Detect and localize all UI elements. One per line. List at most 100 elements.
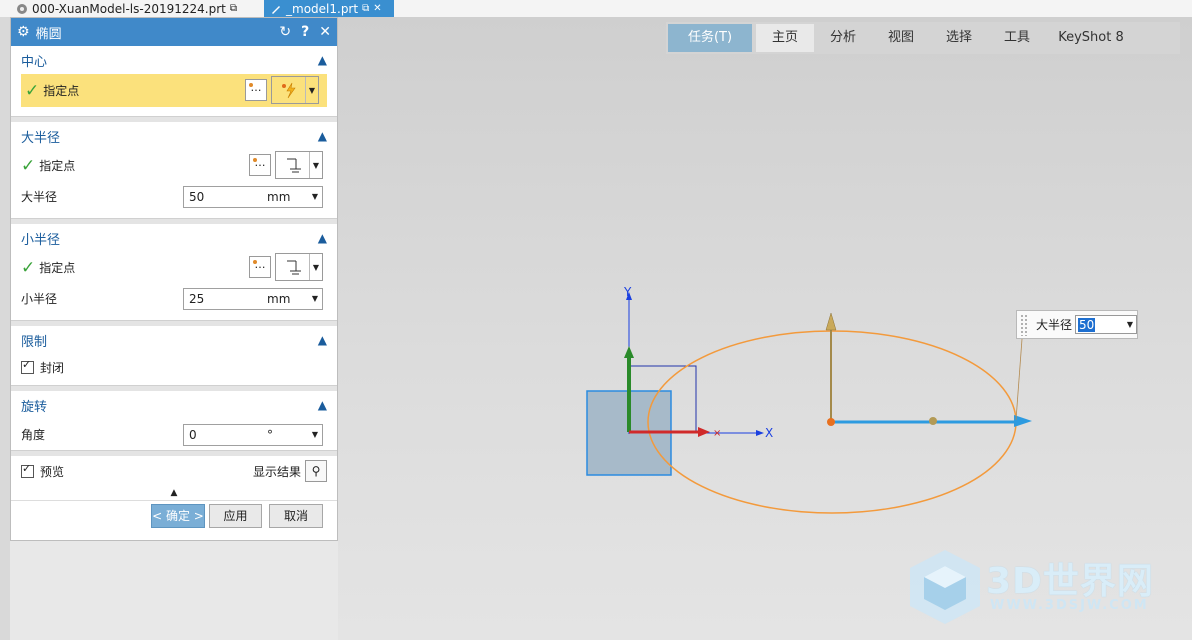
file-tab-xuanmodel[interactable]: 000-XuanModel-ls-20191224.prt ⧉ xyxy=(10,0,260,17)
check-icon: ✓ xyxy=(21,257,36,278)
section-header[interactable]: 小半径 ▲ xyxy=(11,224,337,252)
dialog-button-row: < 确定 > 应用 取消 xyxy=(11,504,337,534)
ok-button[interactable]: < 确定 > xyxy=(151,504,205,528)
chevron-down-icon[interactable]: ▼ xyxy=(308,294,322,303)
collapse-arrow-icon[interactable]: ▲ xyxy=(11,486,337,501)
watermark: 3D世界网 WWW.3DSJW.COM xyxy=(908,548,1178,628)
section-title: 小半径 xyxy=(21,232,61,248)
tab-tools[interactable]: 工具 xyxy=(988,24,1046,52)
point-dialog-button[interactable]: … xyxy=(249,154,271,176)
section-center: 中心 ▲ ✓ 指定点 … ▼ xyxy=(11,46,337,116)
field-unit: mm xyxy=(267,291,291,306)
watermark-url: WWW.3DSJW.COM xyxy=(990,598,1149,613)
preview-row: 预览 显示结果 ⚲ xyxy=(11,456,337,486)
section-header[interactable]: 旋转 ▲ xyxy=(11,391,337,419)
section-title: 限制 xyxy=(21,334,48,350)
reset-icon[interactable]: ↻ xyxy=(279,24,291,40)
center-point-row[interactable]: ✓ 指定点 … ▼ xyxy=(21,74,327,107)
chevron-down-icon[interactable]: ▼ xyxy=(309,254,322,280)
minor-radius-row: 小半径 25 mm ▼ xyxy=(11,283,337,314)
float-value: 50 xyxy=(1078,317,1096,332)
major-radius-row: 大半径 50 mm ▼ xyxy=(11,181,337,212)
tab-home[interactable]: 主页 xyxy=(756,24,814,52)
preview-checkbox[interactable] xyxy=(21,462,34,478)
closed-checkbox[interactable] xyxy=(21,358,34,374)
gear-icon[interactable]: ⚙ xyxy=(17,24,30,40)
point-type-selector[interactable]: ▼ xyxy=(275,253,323,281)
point-type-selector[interactable]: ▼ xyxy=(275,151,323,179)
cancel-button[interactable]: 取消 xyxy=(269,504,323,528)
file-tab-label: _model1.prt xyxy=(286,1,359,16)
chevron-down-icon[interactable]: ▼ xyxy=(308,192,322,201)
tab-keyshot[interactable]: KeyShot 8 xyxy=(1046,24,1136,52)
part-file-icon xyxy=(16,3,28,15)
collapse-icon[interactable]: ▲ xyxy=(318,53,327,67)
ribbon-tab-bar: 任务(T) 主页 分析 视图 选择 工具 KeyShot 8 xyxy=(666,22,1180,54)
major-radius-field[interactable]: 50 mm ▼ xyxy=(183,185,323,208)
tab-selection[interactable]: 选择 xyxy=(930,24,988,52)
search-icon[interactable]: ⚲ xyxy=(305,460,327,482)
point-dialog-button[interactable]: … xyxy=(245,79,267,101)
inferred-point-selector[interactable]: ▼ xyxy=(271,76,319,104)
field-unit: mm xyxy=(267,189,291,204)
chevron-down-icon[interactable]: ▼ xyxy=(309,152,322,178)
tab-view[interactable]: 视图 xyxy=(872,24,930,52)
endpoint-icon xyxy=(276,254,309,280)
collapse-icon[interactable]: ▲ xyxy=(318,398,327,412)
field-value: 0 xyxy=(189,427,197,442)
close-icon[interactable]: ✕ xyxy=(319,24,331,40)
pop-out-icon[interactable]: ⧉ xyxy=(230,1,237,17)
collapse-icon[interactable]: ▲ xyxy=(318,333,327,347)
drag-grip-icon[interactable] xyxy=(1020,313,1028,336)
chevron-down-icon[interactable]: ▼ xyxy=(308,430,322,439)
help-icon[interactable]: ? xyxy=(301,24,309,40)
pop-out-icon[interactable]: ⧉ xyxy=(362,1,369,17)
field-label: 角度 xyxy=(21,428,46,442)
show-result-label: 显示结果 xyxy=(252,464,301,479)
collapse-icon[interactable]: ▲ xyxy=(318,129,327,143)
dialog-title: 椭圆 xyxy=(35,26,62,42)
field-unit: ° xyxy=(267,427,273,442)
point-label: 指定点 xyxy=(43,84,80,98)
resource-bar xyxy=(0,17,10,640)
section-minor-radius: 小半径 ▲ ✓ 指定点 … ▼ 小半径 25 mm ▼ xyxy=(11,224,337,320)
major-point-row[interactable]: ✓ 指定点 … ▼ xyxy=(11,150,337,181)
float-value-field[interactable]: 50 ▼ xyxy=(1075,315,1137,334)
section-header[interactable]: 中心 ▲ xyxy=(11,46,337,74)
ellipse-dialog: ⚙ 椭圆 ↻ ? ✕ 中心 ▲ ✓ 指定点 … ▼ 大半径 ▲ ✓ 指定点 … … xyxy=(10,17,338,541)
chevron-down-icon[interactable]: ▼ xyxy=(305,77,318,103)
minor-radius-field[interactable]: 25 mm ▼ xyxy=(183,287,323,310)
minor-point-row[interactable]: ✓ 指定点 … ▼ xyxy=(11,252,337,283)
field-value: 50 xyxy=(189,189,205,204)
tab-analysis[interactable]: 分析 xyxy=(814,24,872,52)
major-radius-float-input: 大半径 50 ▼ xyxy=(1016,310,1138,339)
closed-label: 封闭 xyxy=(40,360,65,375)
file-tab-label: 000-XuanModel-ls-20191224.prt xyxy=(32,1,226,16)
chevron-down-icon[interactable]: ▼ xyxy=(1124,320,1136,329)
field-label: 大半径 xyxy=(21,190,58,204)
section-title: 中心 xyxy=(21,54,48,70)
cube-logo-icon xyxy=(910,550,980,624)
watermark-brand: 3D世界网 xyxy=(986,561,1154,602)
field-value: 25 xyxy=(189,291,205,306)
angle-field[interactable]: 0 ° ▼ xyxy=(183,423,323,446)
section-title: 旋转 xyxy=(21,399,48,415)
apply-button[interactable]: 应用 xyxy=(209,504,262,528)
point-label: 指定点 xyxy=(39,159,76,173)
check-icon: ✓ xyxy=(25,80,40,101)
close-icon[interactable]: ✕ xyxy=(373,1,381,17)
section-title: 大半径 xyxy=(21,130,61,146)
section-header[interactable]: 限制 ▲ xyxy=(11,326,337,354)
collapse-icon[interactable]: ▲ xyxy=(318,231,327,245)
point-dialog-button[interactable]: … xyxy=(249,256,271,278)
file-tab-model1[interactable]: _model1.prt ⧉ ✕ xyxy=(264,0,394,17)
closed-row[interactable]: 封闭 xyxy=(11,354,337,380)
field-label: 小半径 xyxy=(21,292,58,306)
point-label: 指定点 xyxy=(39,261,76,275)
preview-label: 预览 xyxy=(40,464,65,479)
section-header[interactable]: 大半径 ▲ xyxy=(11,122,337,150)
tab-task[interactable]: 任务(T) xyxy=(668,24,752,52)
check-icon: ✓ xyxy=(21,155,36,176)
lightning-icon xyxy=(272,77,305,103)
dialog-title-bar: ⚙ 椭圆 ↻ ? ✕ xyxy=(11,18,337,46)
